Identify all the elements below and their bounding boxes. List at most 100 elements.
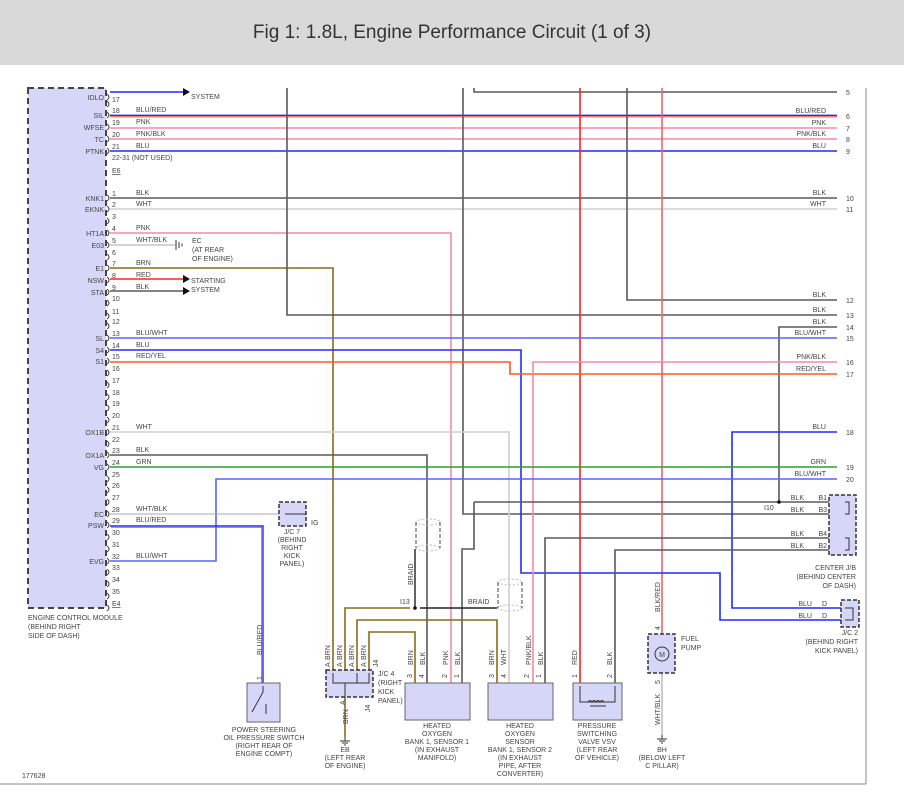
- wire-color-label: PNK/BLK: [136, 131, 166, 138]
- connector-pin: [106, 312, 110, 320]
- ecm-pin-number: 2: [112, 202, 116, 209]
- component-pin-number: 1: [536, 674, 543, 678]
- ecm-terminal-name: E03: [92, 243, 105, 250]
- eb-label: EB: [340, 747, 350, 754]
- wire: [110, 232, 452, 683]
- ecm-pin-number: 20: [112, 132, 120, 139]
- idle-system-label: SYSTEM: [191, 94, 220, 101]
- ecm-terminal-name: EVG: [89, 559, 104, 566]
- vsv-label: VALVE VSV: [578, 739, 616, 746]
- wire-color-label: BRN: [136, 260, 151, 267]
- right-pin-number: 15: [846, 336, 854, 343]
- component-pin-number: 3: [407, 674, 414, 678]
- wire-color-label: BLK: [813, 307, 827, 314]
- jc4-label: (RIGHT: [378, 680, 403, 687]
- shield-icon: [415, 544, 441, 552]
- wire-color-label: PNK/BLK: [796, 131, 826, 138]
- wire-color-label: BRN: [349, 645, 356, 660]
- ecm-pin-number: 19: [112, 401, 120, 408]
- ecm-terminal-name: HT1A: [86, 231, 104, 238]
- wire-color-label: BRN: [408, 650, 415, 665]
- wire-color-label: RED: [572, 650, 579, 665]
- ecm-terminal-name: OX1A: [85, 453, 104, 460]
- wire-color-label: BLK: [420, 651, 427, 665]
- wire-color-label: RED/YEL: [796, 366, 826, 373]
- splice-dot: [413, 606, 417, 610]
- component-pin-number: 2: [442, 674, 449, 678]
- wiring-diagram: IDLO 1718SILBLU/RED19WFSEPNK20TCPNK/BLK21…: [0, 87, 867, 785]
- o2s2-label: (IN EXHAUST: [498, 755, 543, 762]
- vsv-label: (LEFT REAR: [577, 747, 618, 754]
- arrow-icon: [183, 275, 190, 283]
- ecm-box: [27, 87, 107, 609]
- center-jb-label: CENTER J/B: [815, 565, 856, 572]
- wire-color-label: BRN: [325, 645, 332, 660]
- ecm-pin-number: 32: [112, 554, 120, 561]
- shield-icon: [415, 518, 441, 526]
- ecm-name: ENGINE CONTROL MODULE: [28, 615, 123, 622]
- ecm-pin-number: 14: [112, 343, 120, 350]
- arrow-icon: [183, 88, 190, 96]
- connector-pin: [106, 135, 110, 143]
- ecm-pin-number: 21: [112, 425, 120, 432]
- ground-icon: [657, 735, 667, 744]
- o2s2-label: HEATED: [506, 723, 534, 730]
- component-pin-number: 5: [655, 680, 662, 684]
- wire-color-label: PNK: [443, 650, 450, 665]
- wire: [626, 88, 837, 301]
- ecm-terminal-name: TC: [95, 137, 104, 144]
- o2-sensor-1-box: [404, 682, 471, 721]
- ecm-pin-number: 20: [112, 413, 120, 420]
- connector-pin: [106, 533, 110, 541]
- component-pin-number: 4: [419, 674, 426, 678]
- o2s1-label: OXYGEN: [422, 731, 452, 738]
- fuel-pump-label: PUMP: [681, 645, 702, 652]
- ecm-terminal-name: WFSE: [84, 125, 105, 132]
- wire-color-label: BLK: [455, 651, 462, 665]
- ig-label: IG: [311, 520, 318, 527]
- braid-label: BRAID: [468, 599, 489, 606]
- jc4-label: J/C 4: [378, 671, 394, 678]
- connector-pin: [106, 486, 110, 494]
- ecm-pin-number: 18: [112, 390, 120, 397]
- component-pin-number: A: [337, 662, 344, 667]
- ecm-pin-number: 31: [112, 542, 120, 549]
- wire-color-label: GRN: [136, 459, 152, 466]
- ecm-terminal-name: NSW: [88, 278, 105, 285]
- connector-pin: [106, 299, 110, 307]
- connector-pin: [106, 93, 110, 101]
- jc7-label: (BEHIND: [278, 537, 307, 544]
- eb-label: (LEFT REAR: [325, 755, 366, 762]
- connector-pin: [106, 451, 110, 459]
- o2s2-label: PIPE, AFTER: [499, 763, 541, 770]
- connector-pin: [106, 393, 110, 401]
- connector-pin: [106, 147, 110, 155]
- connector-pin: [106, 276, 110, 284]
- ecm-pin-number: 21: [112, 144, 120, 151]
- right-pin-number: 8: [846, 137, 850, 144]
- jc2-pin-label: D: [822, 613, 827, 620]
- jc7-label: PANEL): [280, 561, 305, 568]
- ecm-pin-number: 34: [112, 577, 120, 584]
- bh-label: BH: [657, 747, 667, 754]
- right-pin-number: 17: [846, 372, 854, 379]
- ecm-pin-number: 33: [112, 565, 120, 572]
- jc4-label: KICK: [378, 689, 395, 696]
- wire-color-label: BLK: [813, 319, 827, 326]
- o2s1-label: BANK 1, SENSOR 1: [405, 739, 469, 746]
- center-jb-label: OF DASH): [823, 583, 856, 590]
- o2s1-label: MANIFOLD): [418, 755, 457, 762]
- ecm-pin-number: 18: [112, 108, 120, 115]
- connector-pin: [106, 100, 110, 108]
- connector-pin: [106, 264, 110, 272]
- ecm-pin-number: 22: [112, 437, 120, 444]
- shield-icon: [497, 578, 523, 586]
- wire-color-label: BRN: [343, 709, 350, 724]
- o2s1-label: (IN EXHAUST: [415, 747, 460, 754]
- ecm-pin-number: 25: [112, 472, 120, 479]
- ecm-pin-number: 4: [112, 226, 116, 233]
- wire-color-label: BLU/RED: [257, 625, 264, 655]
- wire-color-label: BLK: [813, 292, 827, 299]
- wire-color-label: BLU/RED: [796, 108, 826, 115]
- ecm-pin-number: 27: [112, 495, 120, 502]
